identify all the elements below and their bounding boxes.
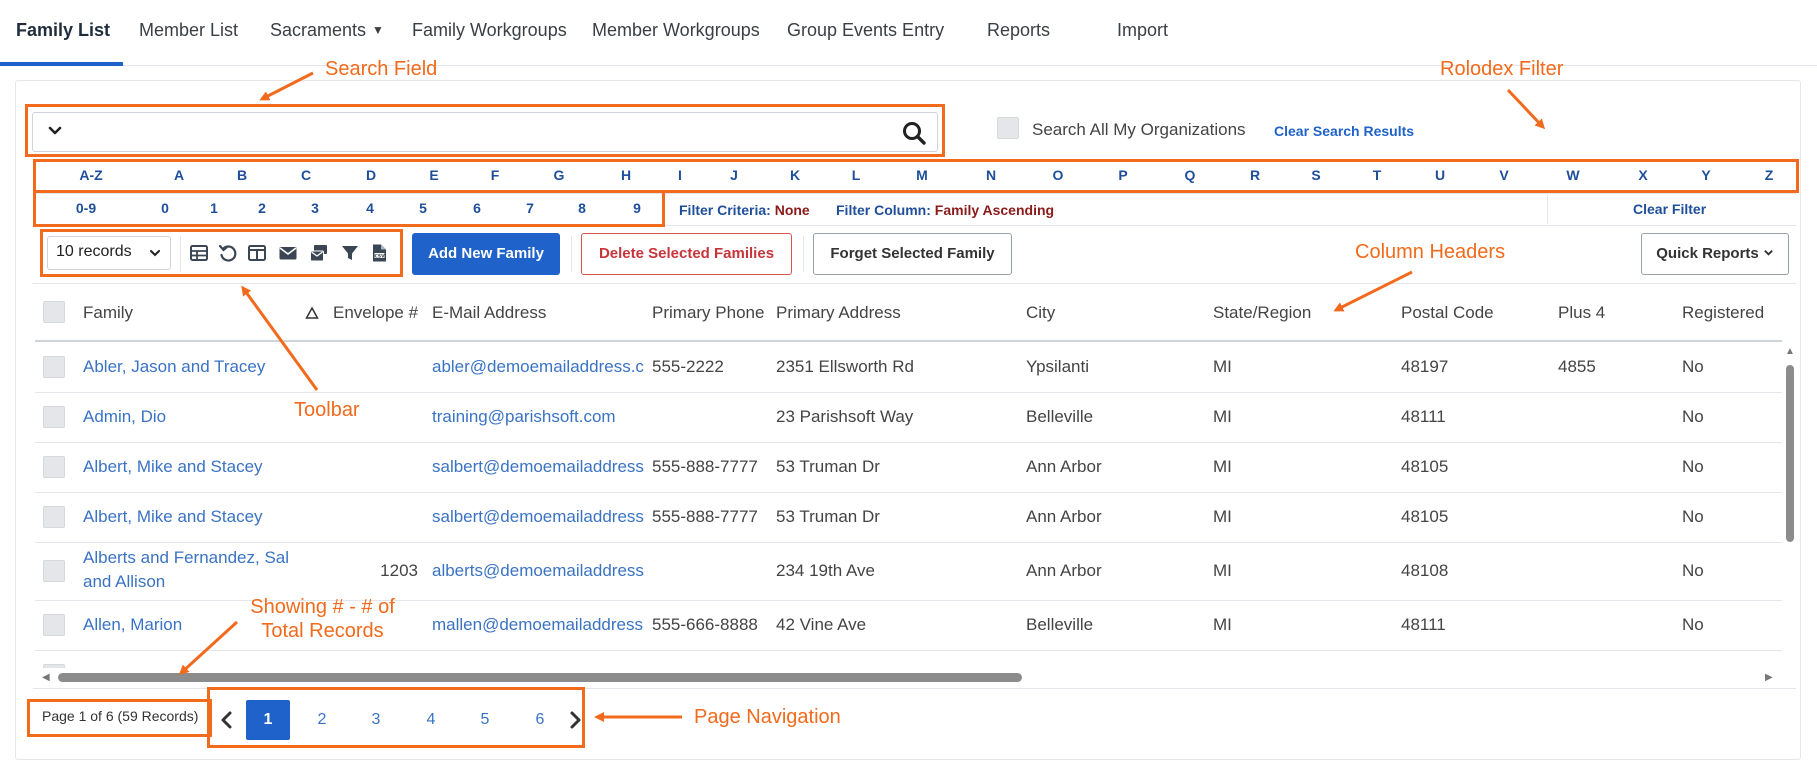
annotation-arrows [178,71,1546,722]
annotation-arrow-showing [178,620,239,676]
annotation-arrow-columns [1333,270,1413,312]
annotation-arrow-rolodex [1506,88,1546,130]
annotation-arrow-toolbar [241,285,319,391]
annotation-arrow-search [259,71,314,101]
